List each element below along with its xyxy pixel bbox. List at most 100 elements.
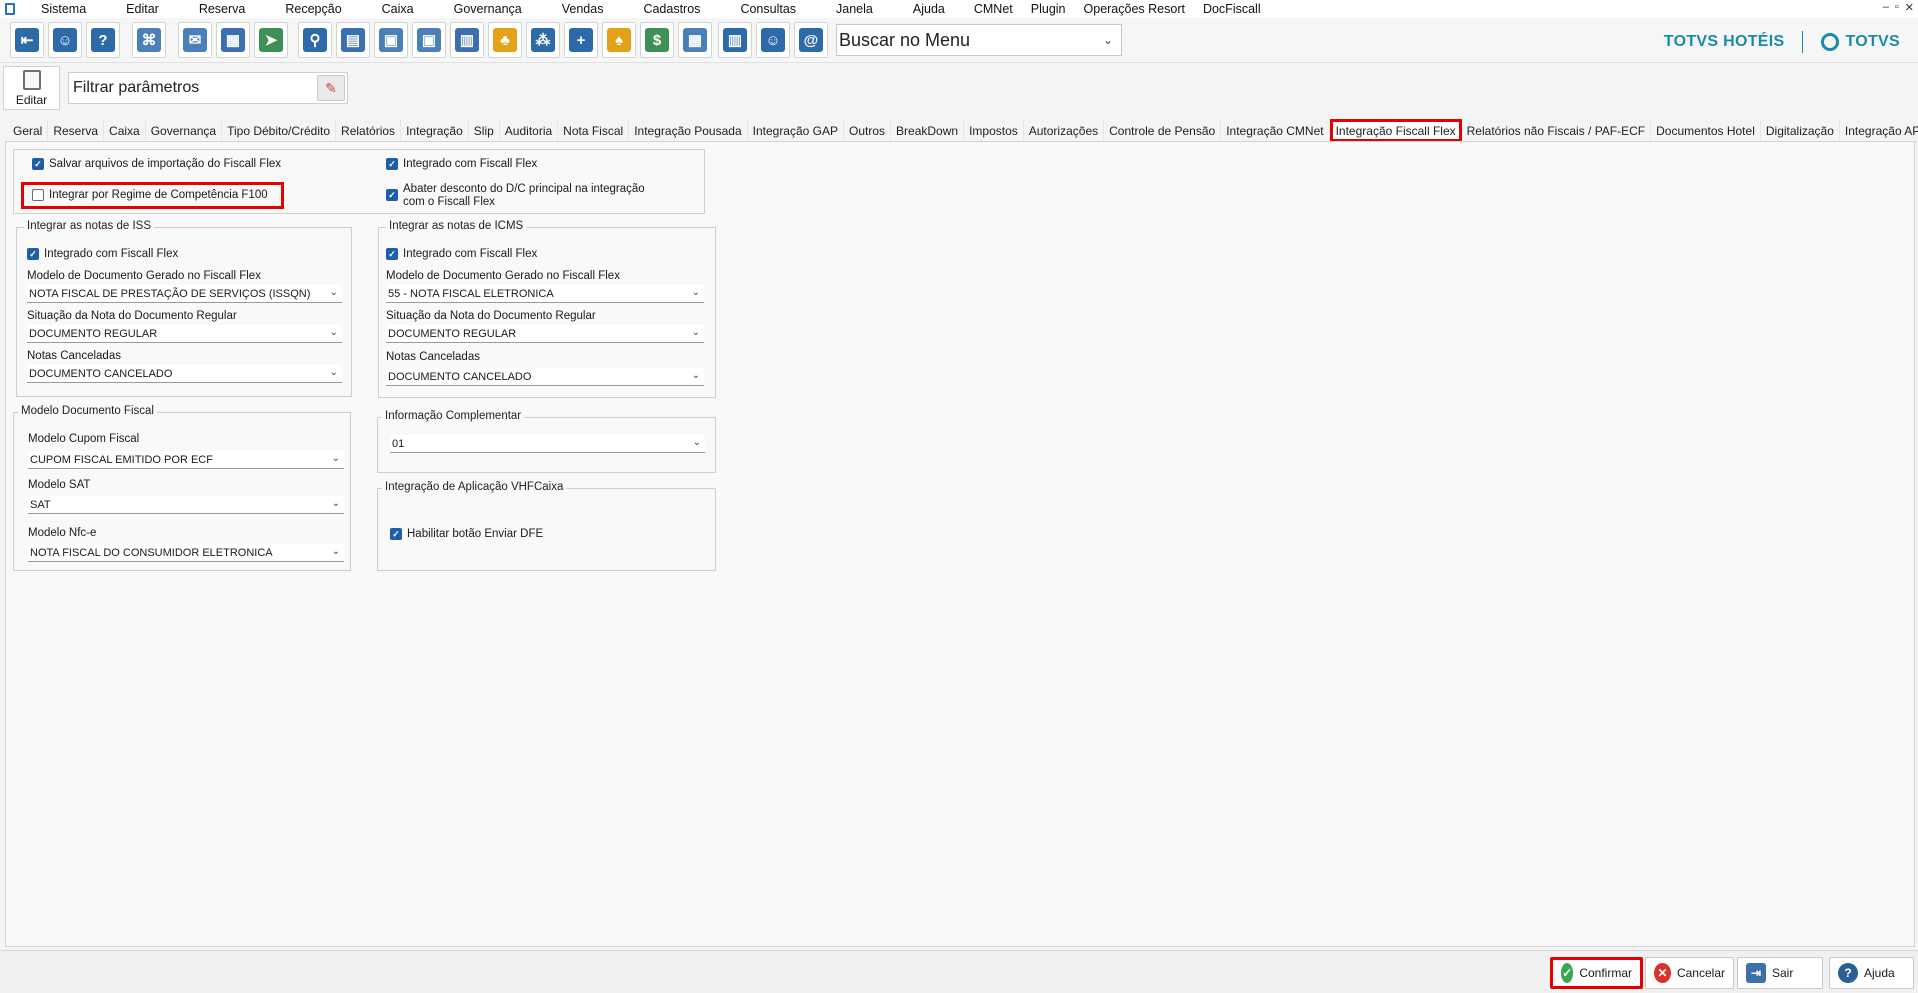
icms-canceladas-select[interactable]: DOCUMENTO CANCELADO ⌄ [386,368,704,386]
tab[interactable]: Digitalização [1761,120,1840,141]
toolbar-button[interactable]: ⇤ [10,22,44,58]
tab[interactable]: Governança [146,120,223,141]
exit-button[interactable]: ⇥ Sair [1737,957,1823,989]
tab[interactable]: Integração Pousada [629,120,748,141]
toolbar-button[interactable]: ▣ [374,22,408,58]
toolbar-button[interactable]: ☺ [48,22,82,58]
menu-item[interactable]: Vendas [542,2,624,16]
checkbox-checked-icon: ✓ [386,189,398,201]
toolbar-button[interactable]: @ [794,22,828,58]
filter-parameters-input[interactable]: Filtrar parâmetros ✎ [68,72,348,104]
iss-modelo-select[interactable]: NOTA FISCAL DE PRESTAÇÃO DE SERVIÇOS (IS… [27,285,342,303]
toolbar-button[interactable]: ▣ [412,22,446,58]
toolbar-button[interactable]: ▥ [718,22,752,58]
salvar-arquivos-checkbox[interactable]: ✓ Salvar arquivos de importação do Fisca… [32,158,281,170]
menu-item[interactable]: Janela [816,2,893,16]
tab[interactable]: Impostos [964,120,1024,141]
menu-item[interactable]: Sistema [21,2,106,16]
icms-situacao-select[interactable]: DOCUMENTO REGULAR ⌄ [386,325,704,343]
tab[interactable]: Integração CMNet [1221,120,1330,141]
minimize-icon[interactable]: – [1883,1,1889,14]
cashier-icon: ▥ [723,28,747,52]
help-button[interactable]: ? Ajuda [1829,957,1914,989]
cancel-button[interactable]: ✕ Cancelar [1645,957,1734,989]
tab-strip: Geral Reserva Caixa Governança Tipo Débito/C… [8,119,1918,142]
tab[interactable]: Slip [469,120,500,141]
menu-item[interactable]: Editar [106,2,179,16]
toolbar-button[interactable]: ➤ [254,22,288,58]
abater-desconto-checkbox[interactable]: ✓ Abater desconto do D/C principal na in… [386,183,645,209]
tab[interactable]: Integração GAP [748,120,845,141]
iss-modelo-label: Modelo de Documento Gerado no Fiscall Fl… [27,270,261,282]
tab[interactable]: Relatórios não Fiscais / PAF-ECF [1462,120,1652,141]
toolbar-button[interactable]: ▦ [678,22,712,58]
brand: TOTVS HOTÉIS TOTVS [1664,31,1900,53]
tab[interactable]: Caixa [104,120,146,141]
toolbar-button[interactable]: ▤ [336,22,370,58]
toolbar-button[interactable]: ? [86,22,120,58]
tab[interactable]: Integração Fiscall Flex [1329,119,1462,142]
menu-item[interactable]: Plugin [1022,2,1075,16]
check-icon: ✓ [1561,963,1574,983]
nfce-select[interactable]: NOTA FISCAL DO CONSUMIDOR ELETRONICA ⌄ [28,544,344,562]
tab[interactable]: Geral [8,120,49,141]
toolbar-button[interactable]: ⚲ [298,22,332,58]
toolbar-button[interactable]: ♠ [602,22,636,58]
menu-item[interactable]: DocFiscall [1194,2,1270,16]
toolbar-button[interactable]: ⁂ [526,22,560,58]
bell-icon: ♣ [493,28,517,52]
integrado-fiscall-label: Integrado com Fiscall Flex [403,158,538,170]
tab[interactable]: Relatórios [336,120,402,141]
menu-item[interactable]: Reserva [179,2,266,16]
integrar-regime-checkbox[interactable]: Integrar por Regime de Competência F100 [32,189,268,201]
sat-select[interactable]: SAT ⌄ [28,496,344,514]
toolbar-button[interactable]: + [564,22,598,58]
restore-icon[interactable]: ▫ [1895,1,1899,14]
window-controls: – ▫ ✕ [1883,1,1914,14]
toolbar-button[interactable]: $ [640,22,674,58]
eraser-icon[interactable]: ✎ [317,75,345,101]
menu-item[interactable]: Recepção [265,2,361,16]
toolbar-button[interactable]: ♣ [488,22,522,58]
icms-integrado-checkbox[interactable]: ✓ Integrado com Fiscall Flex [386,248,537,260]
tab[interactable]: Nota Fiscal [558,120,630,141]
chevron-down-icon: ⌄ [692,437,701,448]
menu-item[interactable]: Cadastros [623,2,720,16]
iss-integrado-checkbox[interactable]: ✓ Integrado com Fiscall Flex [27,248,178,260]
tab[interactable]: Outros [844,120,892,141]
tab[interactable]: Auditoria [500,120,559,141]
tab[interactable]: Autorizações [1024,120,1105,141]
tab[interactable]: Controle de Pensão [1104,120,1222,141]
app-icon[interactable] [5,3,15,15]
menu-item[interactable]: Consultas [720,2,816,16]
tab[interactable]: Tipo Débito/Crédito [222,120,337,141]
tab[interactable]: Integração [401,120,469,141]
menu-item[interactable]: Governança [434,2,542,16]
iss-situacao-select[interactable]: DOCUMENTO REGULAR ⌄ [27,325,342,343]
toolbar-button[interactable]: ▥ [450,22,484,58]
cupom-select[interactable]: CUPOM FISCAL EMITIDO POR ECF ⌄ [28,451,344,469]
menu-item[interactable]: Ajuda [893,2,965,16]
edit-button[interactable]: Editar [3,66,60,110]
iss-canceladas-select[interactable]: DOCUMENTO CANCELADO ⌄ [27,365,342,383]
menu-item[interactable]: Caixa [362,2,434,16]
tab[interactable]: BreakDown [891,120,965,141]
icms-modelo-select[interactable]: 55 - NOTA FISCAL ELETRONICA ⌄ [386,285,704,303]
tab[interactable]: Integração API [1840,120,1918,141]
toolbar-button[interactable]: ▦ [216,22,250,58]
tab[interactable]: Documentos Hotel [1651,120,1761,141]
calendar-icon: ▤ [341,28,365,52]
search-menu-select[interactable]: Buscar no Menu ⌄ [836,24,1122,56]
toolbar-button[interactable]: ✉ [178,22,212,58]
integrado-fiscall-checkbox[interactable]: ✓ Integrado com Fiscall Flex [386,158,537,170]
icms-modelo-label: Modelo de Documento Gerado no Fiscall Fl… [386,270,620,282]
toolbar-button[interactable]: ⌘ [132,22,166,58]
confirm-button[interactable]: ✓ Confirmar [1550,957,1643,989]
menu-item[interactable]: CMNet [965,2,1022,16]
close-icon[interactable]: ✕ [1905,1,1914,14]
menu-item[interactable]: Operações Resort [1075,2,1194,16]
informacao-complementar-select[interactable]: 01 ⌄ [390,435,705,453]
tab[interactable]: Reserva [48,120,105,141]
toolbar-button[interactable]: ☺ [756,22,790,58]
habilitar-dfe-checkbox[interactable]: ✓ Habilitar botão Enviar DFE [390,528,543,540]
